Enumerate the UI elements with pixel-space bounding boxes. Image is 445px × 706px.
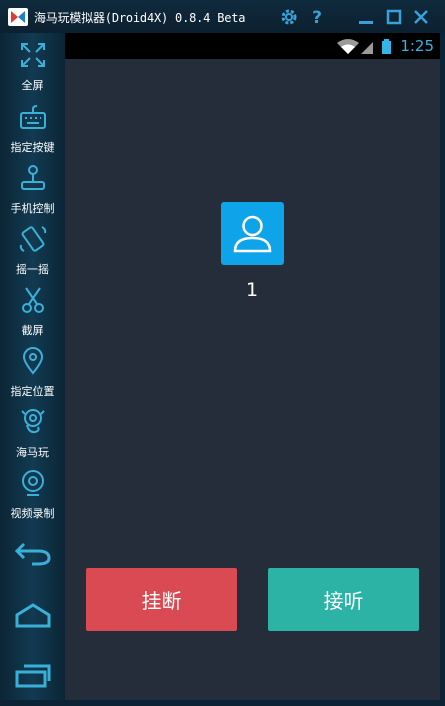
android-screen: 1:25 1 挂断 接听 bbox=[65, 33, 440, 700]
contact-person-icon bbox=[233, 215, 272, 253]
answer-button[interactable]: 接听 bbox=[268, 568, 419, 631]
sidebar-item-screenshot[interactable]: 截屏 bbox=[0, 282, 65, 342]
sidebar-item-shake[interactable]: 摇一摇 bbox=[0, 221, 65, 281]
android-home-button[interactable] bbox=[0, 593, 65, 637]
svg-text:?: ? bbox=[312, 8, 322, 27]
back-icon bbox=[14, 542, 51, 566]
battery-icon bbox=[382, 39, 391, 54]
joystick-icon bbox=[21, 165, 45, 190]
android-statusbar: 1:25 bbox=[65, 33, 440, 59]
sidebar-item-video-record[interactable]: 视频录制 bbox=[0, 465, 65, 525]
android-back-button[interactable] bbox=[0, 530, 65, 574]
sidebar-item-phone-control[interactable]: 手机控制 bbox=[0, 160, 65, 220]
caller-name: 1 bbox=[245, 279, 259, 301]
webcam-icon bbox=[22, 470, 44, 496]
sidebar-item-label: 手机控制 bbox=[10, 202, 55, 215]
sidebar-item-label: 指定按键 bbox=[10, 141, 55, 154]
window-title: 海马玩模拟器(Droid4X) 0.8.4 Beta bbox=[34, 11, 246, 25]
window-frame-right bbox=[440, 33, 445, 706]
signal-icon bbox=[361, 42, 373, 54]
close-icon[interactable] bbox=[411, 7, 431, 27]
settings-icon[interactable] bbox=[279, 7, 299, 27]
shake-phone-icon bbox=[19, 226, 47, 252]
sidebar-item-location[interactable]: 指定位置 bbox=[0, 343, 65, 403]
sidebar-item-fullscreen[interactable]: 全屏 bbox=[0, 37, 65, 97]
caller-avatar bbox=[221, 202, 284, 265]
scissors-icon bbox=[22, 287, 44, 313]
sidebar-item-label: 摇一摇 bbox=[16, 263, 49, 276]
sidebar-item-label: 截屏 bbox=[21, 324, 44, 337]
sidebar-item-label: 海马玩 bbox=[16, 446, 49, 459]
maximize-icon[interactable] bbox=[384, 7, 404, 27]
sidebar-item-label: 全屏 bbox=[21, 79, 44, 92]
wifi-icon bbox=[337, 39, 359, 54]
location-pin-icon bbox=[22, 347, 44, 375]
sidebar-item-keymapping[interactable]: 指定按键 bbox=[0, 99, 65, 159]
status-time: 1:25 bbox=[400, 37, 434, 55]
sidebar-item-label: 视频录制 bbox=[10, 507, 55, 520]
status-icons bbox=[337, 39, 391, 54]
hangup-button[interactable]: 挂断 bbox=[86, 568, 237, 631]
help-icon[interactable]: ? bbox=[307, 7, 327, 27]
keyboard-icon bbox=[20, 105, 46, 129]
sidebar-item-label: 指定位置 bbox=[10, 385, 55, 398]
emulator-sidebar: 全屏 指定按键 手机控制 摇一摇 截屏 指定位置 海马玩 视频录制 bbox=[0, 33, 65, 700]
recent-apps-icon bbox=[15, 664, 51, 688]
fullscreen-icon bbox=[21, 43, 45, 67]
window-titlebar: 海马玩模拟器(Droid4X) 0.8.4 Beta ? bbox=[0, 0, 445, 33]
home-icon bbox=[15, 603, 51, 628]
window-frame-bottom bbox=[0, 700, 445, 706]
sidebar-item-haimawan[interactable]: 海马玩 bbox=[0, 404, 65, 464]
droid4x-logo-icon bbox=[8, 8, 28, 26]
android-recent-apps-button[interactable] bbox=[0, 653, 65, 697]
minimize-icon[interactable] bbox=[356, 7, 376, 27]
seahorse-icon bbox=[21, 409, 45, 434]
